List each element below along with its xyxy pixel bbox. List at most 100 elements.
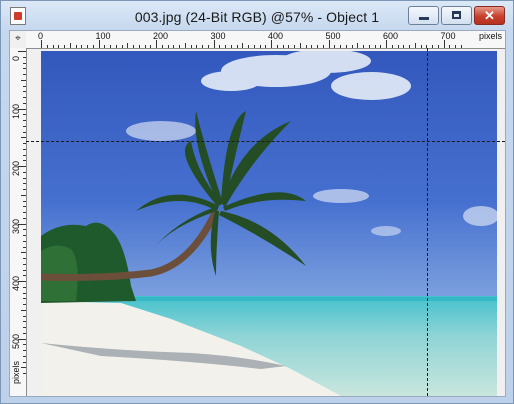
ruler-tick [87, 45, 88, 48]
ruler-label-top: 300 [210, 31, 226, 41]
ruler-tick [213, 40, 215, 48]
ruler-tick [391, 45, 393, 48]
ruler-tick [334, 45, 336, 48]
ruler-tick [23, 355, 26, 357]
ruler-tick [23, 292, 26, 294]
ruler-tick [294, 45, 295, 48]
ruler-label-top: 400 [268, 31, 284, 41]
ruler-tick [18, 51, 26, 52]
ruler-tick [23, 212, 26, 213]
ruler-tick [23, 258, 26, 259]
ruler-tick [23, 269, 26, 271]
maximize-button[interactable] [441, 6, 472, 25]
ruler-tick [46, 45, 48, 48]
ruler-tick [23, 304, 26, 305]
ruler-tick [138, 45, 140, 48]
ruler-tick [23, 361, 26, 363]
ruler-tick [23, 240, 26, 242]
ruler-tick [449, 45, 451, 48]
ruler-tick [23, 344, 26, 346]
ruler-tick [75, 45, 77, 48]
ruler-tick [397, 45, 399, 48]
ruler-tick [271, 40, 272, 48]
ruler-tick [311, 45, 313, 48]
ruler-tick [23, 275, 26, 277]
vertical-ruler[interactable]: pixels 0 100 200 300 400 500 [10, 48, 27, 396]
ruler-tick [282, 45, 284, 48]
horizontal-guide[interactable] [26, 141, 505, 142]
ruler-tick [23, 177, 26, 179]
ruler-tick [460, 45, 462, 48]
ruler-tick [81, 45, 83, 48]
ruler-tick [58, 45, 60, 48]
ruler-tick [23, 315, 26, 317]
ruler-tick [21, 137, 26, 139]
ruler-tick [23, 217, 26, 219]
ruler-label-left: 200 [11, 160, 21, 176]
ruler-tick [156, 40, 157, 48]
ruler-tick [230, 45, 232, 48]
ruler-tick [150, 45, 152, 48]
ruler-tick [437, 45, 439, 48]
ruler-label-top: 100 [95, 31, 111, 41]
horizontal-ruler[interactable]: pixels 0 100 200 300 400 500 600 700 [26, 31, 505, 49]
ruler-tick [443, 40, 445, 48]
ruler-label-left: 500 [11, 333, 21, 349]
ruler-tick [21, 194, 26, 196]
ruler-tick [23, 114, 26, 116]
title-bar[interactable]: 003.jpg (24-Bit RGB) @57% - Object 1 ✕ [1, 1, 513, 31]
ruler-tick [351, 45, 353, 48]
ruler-tick [23, 327, 26, 328]
ruler-tick [23, 62, 26, 64]
ruler-label-left: 300 [11, 218, 21, 234]
close-button[interactable]: ✕ [474, 6, 505, 25]
ruler-tick [133, 45, 134, 48]
ruler-tick [317, 45, 318, 48]
ruler-tick [23, 91, 26, 93]
ruler-tick [23, 229, 26, 231]
ruler-tick [23, 373, 26, 374]
ruler-tick [52, 45, 54, 48]
minimize-button[interactable] [408, 6, 439, 25]
ruler-tick [173, 45, 175, 48]
ruler-tick [432, 45, 433, 48]
ruler-tick [23, 189, 26, 190]
ruler-tick [196, 45, 198, 48]
maximize-icon [452, 11, 461, 19]
ruler-tick [23, 85, 26, 87]
close-icon: ✕ [484, 8, 495, 23]
ruler-tick [190, 45, 192, 48]
document-area: ⌖ pixels 0 100 200 300 400 500 600 700 pixels 0… [9, 30, 506, 397]
ruler-tick [21, 252, 26, 254]
ruler-tick [409, 45, 410, 48]
ruler-label-top: 500 [325, 31, 341, 41]
ruler-tick [345, 45, 347, 48]
ruler-label-left: 400 [11, 275, 21, 291]
ruler-tick [127, 43, 129, 48]
image-canvas[interactable] [41, 51, 497, 396]
ruler-label-left: 0 [11, 55, 21, 61]
ruler-tick [23, 332, 26, 334]
ruler-tick [236, 45, 238, 48]
ruler-tick [23, 183, 26, 185]
ruler-tick [115, 45, 117, 48]
ruler-label-top: 600 [383, 31, 399, 41]
ruler-tick [420, 45, 422, 48]
ruler-tick [253, 45, 255, 48]
vertical-guide[interactable] [427, 48, 428, 396]
ruler-tick [179, 45, 180, 48]
ruler-tick [328, 40, 330, 48]
ruler-tick [104, 45, 106, 48]
ruler-tick [23, 148, 26, 150]
ruler-tick [202, 45, 203, 48]
ruler-tick [121, 45, 123, 48]
ruler-tick [380, 45, 382, 48]
ruler-tick [242, 43, 244, 48]
ruler-tick [357, 43, 359, 48]
ruler-label-top: 700 [440, 31, 456, 41]
ruler-tick [368, 45, 370, 48]
ruler-tick [23, 102, 26, 104]
ruler-units-left: pixels [11, 360, 21, 384]
ruler-origin-icon[interactable]: ⌖ [11, 32, 25, 46]
ruler-tick [23, 246, 26, 248]
